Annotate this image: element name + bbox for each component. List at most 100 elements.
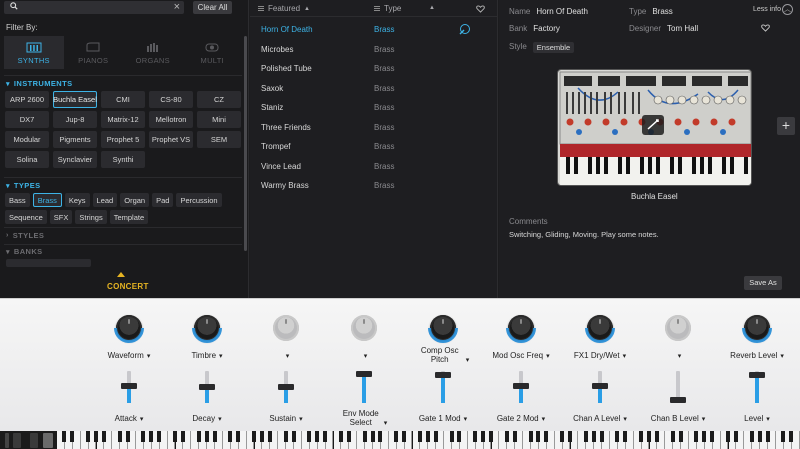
macro-fader[interactable]: [670, 371, 686, 403]
black-key[interactable]: [394, 431, 399, 442]
black-key[interactable]: [425, 431, 430, 442]
tab-pianos[interactable]: PIANOS: [64, 36, 124, 69]
instrument-filter-chip[interactable]: CZ: [197, 91, 241, 108]
knob-label[interactable]: ▾: [241, 351, 331, 361]
style-tag[interactable]: Ensemble: [532, 42, 575, 53]
black-key[interactable]: [236, 431, 241, 442]
knob-label[interactable]: ▾: [319, 351, 409, 361]
dropdown-arrow-icon[interactable]: ▾: [218, 416, 222, 423]
black-key[interactable]: [781, 431, 786, 442]
instrument-filter-chip[interactable]: Modular: [5, 131, 49, 148]
black-key[interactable]: [757, 431, 762, 442]
instrument-filter-chip[interactable]: Jup-8: [53, 111, 97, 128]
macro-fader[interactable]: [356, 371, 372, 403]
dropdown-arrow-icon[interactable]: ▾: [623, 416, 627, 423]
black-key[interactable]: [749, 431, 754, 442]
black-key[interactable]: [101, 431, 106, 442]
type-filter-chip[interactable]: Percussion: [176, 193, 222, 207]
sort-arrow-icon[interactable]: ▲: [429, 5, 435, 11]
preset-row[interactable]: Horn Of Death Brass: [250, 20, 498, 40]
macro-fader[interactable]: [749, 371, 765, 403]
octave-control[interactable]: [30, 433, 38, 448]
black-key[interactable]: [449, 431, 454, 442]
black-key[interactable]: [267, 431, 272, 442]
piano-keyboard[interactable]: [57, 431, 800, 449]
macro-knob[interactable]: [194, 315, 220, 341]
fader-label[interactable]: Sustain ▾: [241, 414, 331, 424]
macro-fader[interactable]: [513, 371, 529, 403]
instrument-filter-chip[interactable]: Prophet VS: [149, 131, 193, 148]
preset-row[interactable]: Staniz Brass: [250, 98, 498, 118]
clear-search-icon[interactable]: ×: [174, 1, 180, 13]
black-key[interactable]: [180, 431, 185, 442]
type-filter-chip[interactable]: Template: [109, 210, 149, 224]
type-filter-chip[interactable]: Keys: [64, 193, 90, 207]
black-key[interactable]: [615, 431, 620, 442]
fader-label[interactable]: Env Mode Select ▾: [319, 409, 409, 428]
knob-label[interactable]: Mod Osc Freq ▾: [476, 351, 566, 361]
instrument-filter-chip[interactable]: Pigments: [53, 131, 97, 148]
fader-cap[interactable]: [592, 383, 608, 389]
instrument-filter-chip[interactable]: Matrix-12: [101, 111, 145, 128]
preset-row[interactable]: Warmy Brass Brass: [250, 176, 498, 196]
mod-wheel[interactable]: [13, 433, 21, 448]
dropdown-arrow-icon[interactable]: ▾: [542, 416, 546, 423]
clear-all-button[interactable]: Clear All: [193, 1, 232, 14]
black-key[interactable]: [149, 431, 154, 442]
section-banks[interactable]: ▾ BANKS: [6, 247, 43, 256]
knob-label[interactable]: Timbre ▾: [162, 351, 252, 361]
bank-item[interactable]: [6, 259, 91, 267]
preset-row[interactable]: Trompef Brass: [250, 137, 498, 157]
macro-knob[interactable]: [273, 315, 299, 341]
black-key[interactable]: [338, 431, 343, 442]
black-key[interactable]: [204, 431, 209, 442]
instrument-filter-chip[interactable]: CS-80: [149, 91, 193, 108]
keyboard-settings[interactable]: [43, 433, 53, 448]
black-key[interactable]: [536, 431, 541, 442]
preset-name-value[interactable]: Horn Of Death: [536, 7, 588, 16]
knob-label[interactable]: Comp Osc Pitch ▾: [398, 346, 488, 365]
black-key[interactable]: [544, 431, 549, 442]
instrument-filter-chip[interactable]: DX7: [5, 111, 49, 128]
macro-fader[interactable]: [435, 371, 451, 403]
preset-row[interactable]: Vince Lead Brass: [250, 157, 498, 177]
edit-preset-icon[interactable]: [458, 23, 470, 35]
black-key[interactable]: [291, 431, 296, 442]
fader-cap[interactable]: [749, 372, 765, 378]
type-column-header[interactable]: Type: [374, 4, 401, 13]
macro-fader[interactable]: [121, 371, 137, 403]
dropdown-arrow-icon[interactable]: ▾: [286, 353, 290, 360]
dropdown-arrow-icon[interactable]: ▾: [140, 416, 144, 423]
dropdown-arrow-icon[interactable]: ▾: [364, 353, 368, 360]
dropdown-arrow-icon[interactable]: ▾: [702, 416, 706, 423]
fader-label[interactable]: Chan A Level ▾: [555, 414, 645, 424]
type-filter-chip[interactable]: Pad: [152, 193, 174, 207]
fader-label[interactable]: Chan B Level ▾: [633, 414, 723, 424]
instrument-filter-chip[interactable]: SEM: [197, 131, 241, 148]
fader-label[interactable]: Gate 1 Mod ▾: [398, 414, 488, 424]
fader-cap[interactable]: [670, 397, 686, 403]
macro-knob[interactable]: [665, 315, 691, 341]
black-key[interactable]: [765, 431, 770, 442]
dropdown-arrow-icon[interactable]: ▾: [678, 353, 682, 360]
dropdown-arrow-icon[interactable]: ▾: [623, 353, 627, 360]
black-key[interactable]: [504, 431, 509, 442]
black-key[interactable]: [212, 431, 217, 442]
add-button[interactable]: +: [777, 117, 795, 135]
black-key[interactable]: [568, 431, 572, 442]
black-key[interactable]: [70, 431, 75, 442]
instrument-filter-chip[interactable]: Mini: [197, 111, 241, 128]
instrument-filter-chip[interactable]: Prophet 5: [101, 131, 145, 148]
black-key[interactable]: [678, 431, 683, 442]
black-key[interactable]: [125, 431, 130, 442]
instrument-filter-chip[interactable]: Synthi: [101, 151, 145, 168]
black-key[interactable]: [252, 431, 256, 442]
fader-cap[interactable]: [121, 383, 137, 389]
black-key[interactable]: [654, 431, 659, 442]
black-key[interactable]: [623, 431, 628, 442]
fader-cap[interactable]: [435, 372, 451, 378]
macro-knob[interactable]: [744, 315, 770, 341]
type-filter-chip[interactable]: Bass: [5, 193, 30, 207]
section-instruments[interactable]: ▾ INSTRUMENTS: [6, 79, 73, 88]
macro-fader[interactable]: [199, 371, 215, 403]
